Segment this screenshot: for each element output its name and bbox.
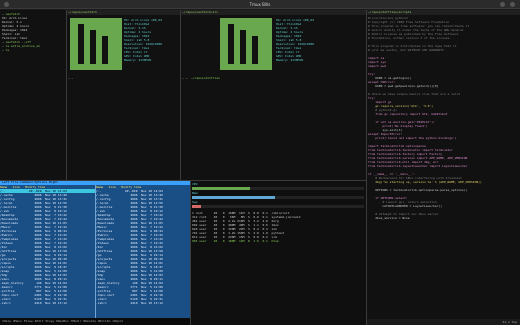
- mem-label: Mem: [192, 191, 198, 195]
- pane-path-header: ~/repos/neofetch/src: [180, 10, 366, 15]
- pane-path-header: ~/repos/neofetch: [66, 10, 180, 15]
- code-line: dbus_service = None: [368, 216, 410, 220]
- shell-prompt: ~ ~: [68, 76, 74, 80]
- distro-logo-icon: [70, 18, 122, 70]
- system-info-item: Memory: 2130MiB: [124, 58, 152, 62]
- file-row[interactable]: .zshrc 4410 Nov 10 13:12: [96, 301, 190, 305]
- cpu-meter: [192, 187, 364, 190]
- minimize-icon[interactable]: [500, 2, 505, 7]
- terminal-output: ~ neofetch OS: Arch Linux Kernel: 5.x Uptim…: [0, 10, 66, 54]
- window-title: Tmux Bills: [249, 2, 271, 7]
- title-bar: Tmux Bills: [0, 0, 520, 9]
- right-panel[interactable]: Name Size Modify time/.. UP--DIR Nov 10 …: [96, 185, 190, 318]
- system-info-list: OS: Arch Linux x86_64 Host: ThinkPad Kerne…: [124, 18, 180, 62]
- terminal-pane-neofetch-2[interactable]: ~/repos/neofetch/src OS: Arch Linux x86_…: [180, 10, 366, 180]
- process-row: 903 user 20 0 180M 12M R 1.5 0.1 htop: [192, 239, 279, 243]
- system-info-list: OS: Arch Linux x86_64 Host: ThinkPad Kerne…: [276, 18, 366, 62]
- system-info-item: Memory: 2130MiB: [276, 58, 304, 62]
- terminal-pane-left[interactable]: ~ neofetch OS: Arch Linux Kernel: 5.x Uptim…: [0, 10, 66, 180]
- mem-meter: [192, 196, 364, 199]
- file-manager-pane[interactable]: Left File Command Options Right Name Siz…: [0, 180, 190, 325]
- function-keys-bar[interactable]: 1Help 2Menu 3View 4Edit 5Copy 6RenMov 7M…: [0, 318, 190, 325]
- code-view[interactable]: #!/usr/bin/env python3 # Copyright (C) 20…: [366, 15, 520, 221]
- swap-label: Swp: [192, 200, 198, 204]
- left-panel[interactable]: Name Size Modify time/.. UP--DIR Nov 10 …: [0, 185, 95, 318]
- file-panels: Name Size Modify time/.. UP--DIR Nov 10 …: [0, 185, 190, 318]
- terminal-line: ~ ls: [2, 48, 10, 52]
- close-icon[interactable]: [510, 2, 515, 7]
- file-row[interactable]: .zshrc 4410 Nov 10 13:12: [0, 301, 95, 305]
- distro-logo-icon: [220, 18, 272, 70]
- cpu-label: CPU: [192, 182, 198, 186]
- editor-pane[interactable]: ~/repos/dotfiles/scripts #!/usr/bin/env …: [366, 10, 520, 325]
- terminal-pane-neofetch-1[interactable]: ~/repos/neofetch OS: Arch Linux x86_64 Ho…: [66, 10, 180, 180]
- swap-meter: [192, 205, 364, 208]
- shell-prompt: ~ ~ ~/repos/dotfiles: [182, 76, 220, 80]
- process-list[interactable]: 1 root 20 0 168M 11M S 0.0 0.1 /sbin/ini…: [190, 209, 366, 245]
- process-monitor-pane[interactable]: CPU Mem Swp 1 root 20 0 168M 11M S 0.0 0…: [190, 180, 366, 325]
- editor-status: 41,1 Top: [366, 319, 520, 325]
